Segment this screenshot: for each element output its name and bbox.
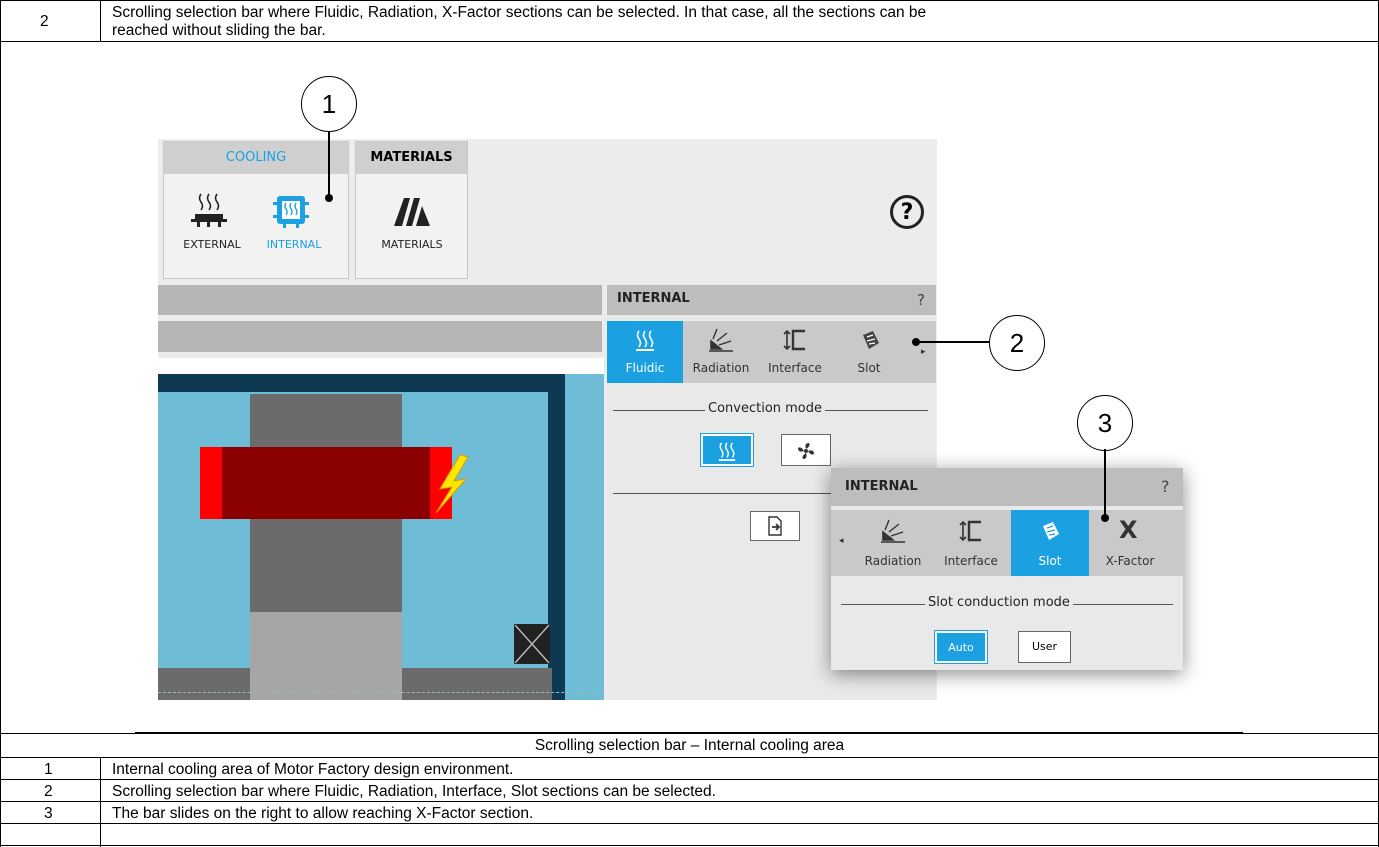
materials-tab[interactable]: MATERIALS bbox=[356, 142, 467, 174]
tab-label: Radiation bbox=[692, 361, 750, 375]
cooling-tab[interactable]: COOLING bbox=[164, 142, 348, 174]
tab-label: Interface bbox=[768, 361, 822, 375]
materials-group: MATERIALS MATERIALS bbox=[355, 141, 468, 279]
panel-help-icon[interactable]: ? bbox=[917, 291, 925, 309]
export-icon bbox=[768, 516, 782, 536]
stator-tooth-lower bbox=[250, 612, 402, 700]
scroll-left-arrow[interactable]: ◂ bbox=[839, 536, 844, 546]
panel-header: INTERNAL ? bbox=[607, 285, 936, 315]
motor-view bbox=[158, 358, 604, 700]
internal-label[interactable]: INTERNAL bbox=[254, 238, 334, 251]
legend-number: 1 bbox=[44, 761, 53, 778]
figure-rule bbox=[135, 732, 1243, 733]
row-separator bbox=[0, 757, 1379, 758]
tab-label: Interface bbox=[944, 554, 998, 568]
radiation-icon bbox=[881, 519, 905, 543]
tab-interface[interactable]: Interface bbox=[759, 321, 831, 383]
callout-2: 2 bbox=[989, 315, 1045, 371]
figure: COOLING EXTERNAL INTERNAL MATERIALS MATE… bbox=[0, 42, 1379, 733]
panel-title: INTERNAL bbox=[845, 479, 918, 494]
x-factor-icon: X bbox=[1119, 516, 1138, 544]
callout-dot bbox=[1101, 514, 1109, 522]
fan-icon bbox=[798, 443, 814, 459]
tab-radiation[interactable]: Radiation bbox=[855, 510, 931, 576]
callout-leader bbox=[918, 341, 989, 343]
convection-forced-button[interactable] bbox=[781, 434, 831, 466]
callout-dot bbox=[325, 194, 333, 202]
slot-icon bbox=[863, 331, 879, 349]
convection-mode-label: Convection mode bbox=[705, 401, 826, 416]
legend-text: Internal cooling area of Motor Factory d… bbox=[112, 761, 514, 778]
materials-label[interactable]: MATERIALS bbox=[372, 238, 452, 251]
interface-icon bbox=[959, 520, 981, 542]
legend-text: The bar slides on the right to allow rea… bbox=[112, 805, 534, 822]
cooling-group: COOLING EXTERNAL INTERNAL bbox=[163, 141, 349, 279]
tab-slot[interactable]: Slot bbox=[1011, 510, 1089, 576]
interface-icon bbox=[783, 329, 805, 351]
toolbar-strip bbox=[158, 321, 602, 352]
row-separator bbox=[0, 779, 1379, 780]
callout-leader bbox=[328, 131, 330, 198]
legend-number: 3 bbox=[44, 805, 53, 822]
tab-fluidic[interactable]: Fluidic bbox=[607, 321, 683, 383]
internal-cooling-icon[interactable] bbox=[271, 190, 311, 230]
tab-label: Slot bbox=[857, 361, 881, 375]
callout-1: 1 bbox=[301, 76, 357, 132]
radiation-icon bbox=[709, 328, 733, 352]
external-cooling-icon[interactable] bbox=[189, 190, 229, 230]
row-description-line2: reached without sliding the bar. bbox=[112, 22, 326, 39]
materials-icon[interactable] bbox=[392, 196, 432, 228]
tab-label: X-Factor bbox=[1105, 554, 1155, 568]
tab-radiation[interactable]: Radiation bbox=[685, 321, 757, 383]
callout-3: 3 bbox=[1077, 395, 1133, 451]
winding bbox=[200, 447, 452, 519]
slot-conduction-mode-label: Slot conduction mode bbox=[925, 595, 1073, 610]
winding-end bbox=[200, 447, 222, 519]
shaft-strip bbox=[158, 668, 250, 700]
help-icon[interactable]: ? bbox=[890, 195, 924, 229]
tab-label: Slot bbox=[1038, 554, 1062, 568]
legend-text: Scrolling selection bar where Fluidic, R… bbox=[112, 783, 716, 800]
row-description-line1: Scrolling selection bar where Fluidic, R… bbox=[112, 4, 927, 21]
section-divider bbox=[613, 493, 863, 494]
column-separator bbox=[100, 757, 101, 847]
table-border-top bbox=[0, 0, 1379, 1]
tab-slot[interactable]: Slot bbox=[833, 321, 905, 383]
column-separator bbox=[100, 0, 101, 41]
row-separator bbox=[0, 823, 1379, 824]
tab-bar: ◂ Radiation Interface Slot X X-Factor bbox=[831, 510, 1183, 576]
fluidic-icon bbox=[636, 330, 654, 351]
convection-natural-button[interactable] bbox=[701, 434, 753, 466]
motor-outer-right bbox=[565, 374, 604, 700]
tab-bar: Fluidic Radiation Interface Slot ▸ bbox=[607, 321, 936, 383]
external-label[interactable]: EXTERNAL bbox=[172, 238, 252, 251]
figure-caption: Scrolling selection bar – Internal cooli… bbox=[534, 737, 845, 754]
tab-label: Radiation bbox=[864, 554, 922, 568]
scroll-right-arrow[interactable]: ▸ bbox=[921, 347, 926, 357]
cross-marker-lines bbox=[514, 624, 550, 664]
axis-line bbox=[158, 692, 604, 693]
lightning-icon bbox=[435, 454, 469, 514]
row-separator bbox=[0, 845, 1379, 846]
internal-panel-scrolled: INTERNAL ? ◂ Radiation Interface Slot X … bbox=[831, 468, 1183, 670]
panel-help-icon[interactable]: ? bbox=[1161, 477, 1170, 496]
row-separator bbox=[0, 801, 1379, 802]
legend-number: 2 bbox=[44, 783, 53, 800]
auto-button[interactable]: Auto bbox=[935, 631, 987, 663]
tab-interface[interactable]: Interface bbox=[933, 510, 1009, 576]
callout-dot bbox=[912, 338, 920, 346]
row-number: 2 bbox=[40, 13, 49, 30]
user-button[interactable]: User bbox=[1018, 631, 1071, 663]
export-button[interactable] bbox=[750, 511, 800, 541]
fluidic-icon bbox=[718, 442, 736, 461]
shaft-strip bbox=[402, 668, 552, 700]
toolbar-strip bbox=[158, 285, 602, 315]
panel-title: INTERNAL bbox=[617, 291, 690, 306]
row-separator bbox=[0, 733, 1379, 734]
panel-header: INTERNAL ? bbox=[831, 468, 1183, 506]
callout-leader bbox=[1104, 449, 1106, 517]
tab-label: Fluidic bbox=[625, 361, 665, 375]
slot-icon bbox=[1043, 522, 1059, 540]
